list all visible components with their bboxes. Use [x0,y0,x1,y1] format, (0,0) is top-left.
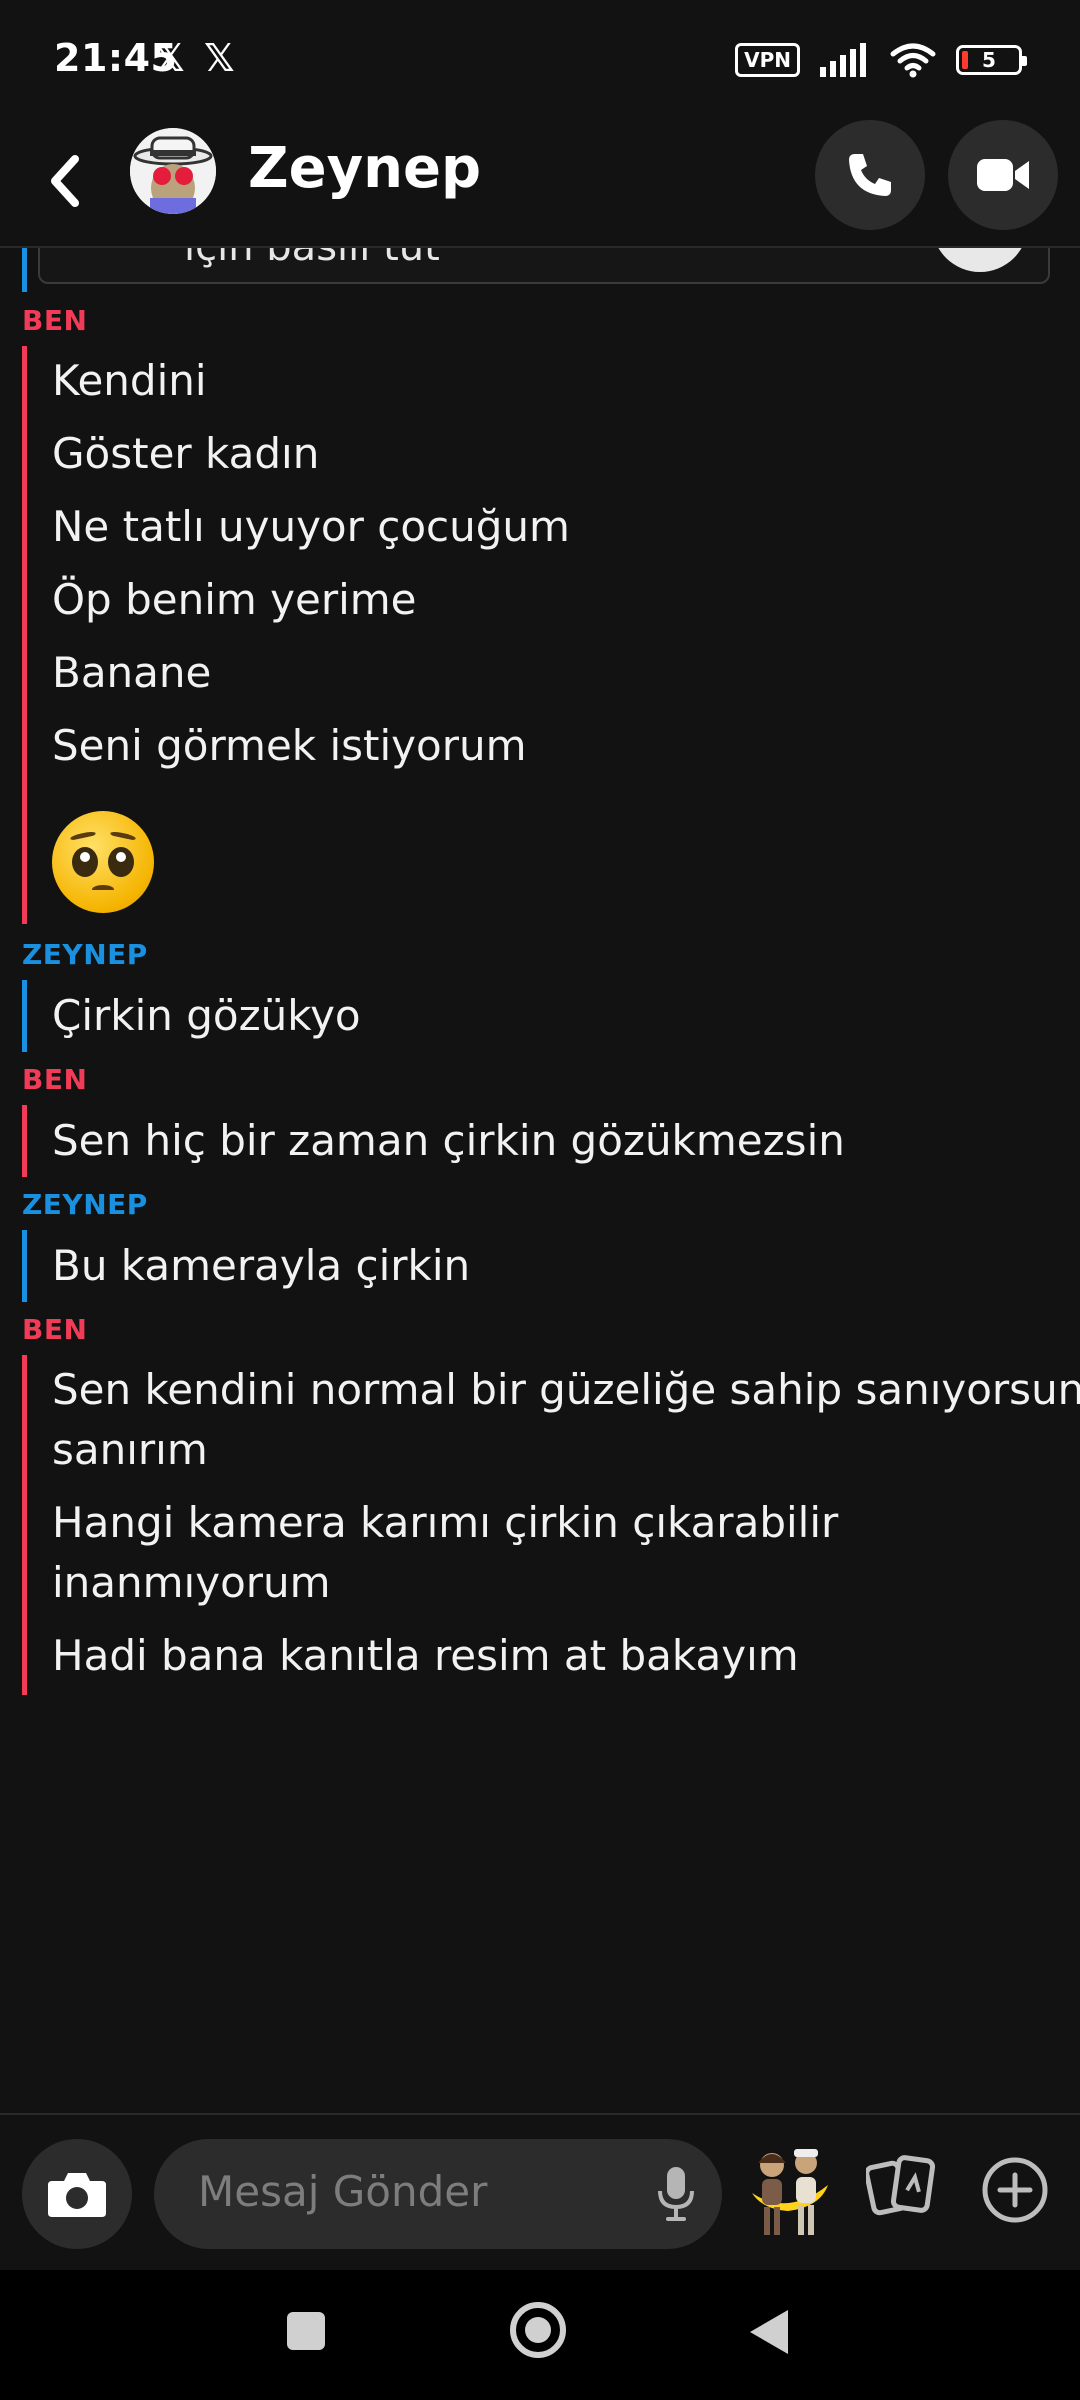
bitmoji-sticker-icon [752,2149,828,2235]
x-notification-icon: 𝕏 [204,36,235,80]
snap-card[interactable]: için basılı tut [38,248,1050,284]
camera-button[interactable] [22,2139,132,2249]
message[interactable]: Ne tatlı uyuyor çocuğum [52,497,570,557]
signal-icon [820,43,866,77]
message-continuation[interactable]: sanırım [52,1420,208,1480]
sender-label-ben: BEN [22,304,88,337]
battery-level: 5 [982,48,996,72]
wifi-icon [890,43,936,78]
message-group-ben [22,1355,27,1695]
avatar[interactable] [130,128,216,214]
system-back-button[interactable] [750,2310,788,2354]
sender-label-zeynep: ZEYNEP [22,1188,148,1221]
memories-cards-button[interactable] [864,2155,936,2221]
message[interactable]: Sen kendini normal bir güzeliğe sahip sa… [52,1360,1080,1420]
chat-header: Zeynep [0,120,1080,248]
camera-icon [48,2173,106,2217]
message[interactable]: Çirkin gözükyo [52,986,361,1046]
message[interactable]: Hadi bana kanıtla resim at bakayım [52,1626,799,1686]
system-navigation-bar [0,2270,1080,2400]
plus-circle-icon [982,2157,1048,2223]
video-call-button[interactable] [948,120,1058,230]
message-group-zeynep [22,980,27,1052]
message-group-ben [22,1105,27,1177]
message[interactable]: Göster kadın [52,424,319,484]
add-button[interactable] [980,2155,1050,2229]
sender-label-ben: BEN [22,1313,88,1346]
contact-name[interactable]: Zeynep [248,136,481,201]
x-notification-icon: 𝕏 [154,36,185,80]
snap-card-text: için basılı tut [184,248,440,270]
zeynep-bar [22,248,27,292]
message-input[interactable]: Mesaj Gönder [154,2139,722,2249]
home-button[interactable] [510,2302,566,2358]
message[interactable]: Banane [52,643,211,703]
message[interactable]: Hangi kamera karımı çirkin çıkarabilir [52,1493,838,1553]
sender-label-zeynep: ZEYNEP [22,938,148,971]
message-input-placeholder: Mesaj Gönder [198,2167,488,2216]
bitmoji-avatar-icon [130,128,216,214]
voice-call-button[interactable] [815,120,925,230]
vpn-icon: VPN [735,43,800,77]
message-list[interactable]: için basılı tut BEN Kendini Göster kadın… [0,248,1080,2113]
chevron-left-icon [51,155,79,207]
message-group-zeynep [22,1230,27,1302]
cards-icon [864,2155,936,2216]
message[interactable]: Bu kamerayla çirkin [52,1236,470,1296]
microphone-icon[interactable] [656,2165,696,2223]
bitmoji-button[interactable] [748,2145,832,2241]
message-composer: Mesaj Gönder [0,2113,1080,2270]
message[interactable]: Kendini [52,351,207,411]
message[interactable]: Seni görmek istiyorum [52,716,527,776]
phone-icon [849,154,891,196]
video-camera-icon [977,159,1029,191]
pleading-face-emoji-icon[interactable] [52,811,154,913]
status-bar: 21:45 𝕏 𝕏 VPN 5 [0,0,1080,120]
message[interactable]: Öp benim yerime [52,570,417,630]
battery-icon: 5 [956,45,1027,75]
recents-button[interactable] [287,2312,325,2350]
message[interactable]: Sen hiç bir zaman çirkin gözükmezsin [52,1111,845,1171]
back-button[interactable] [40,146,90,216]
snap-thumbnail [932,248,1028,272]
message-continuation[interactable]: inanmıyorum [52,1553,331,1613]
sender-label-ben: BEN [22,1063,88,1096]
message-group-ben [22,346,27,924]
